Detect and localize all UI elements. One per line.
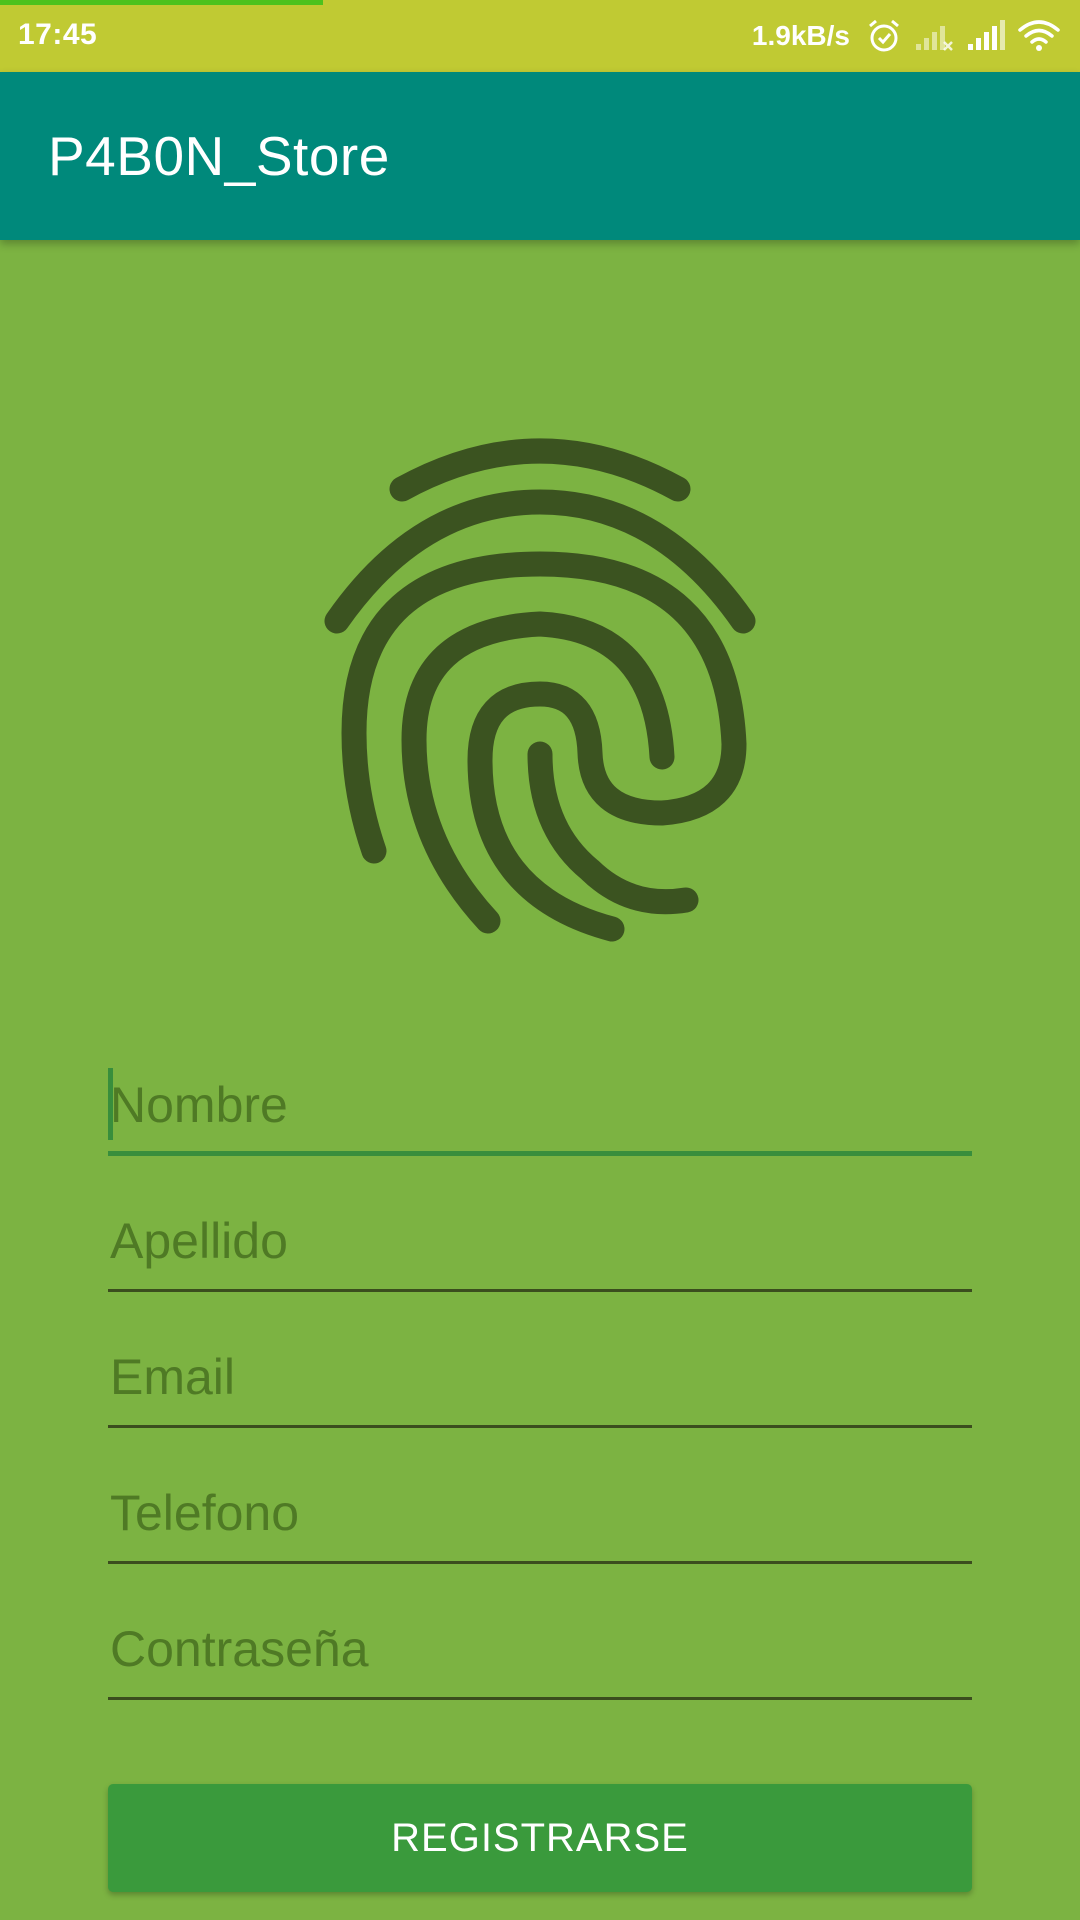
apellido-underline [108, 1289, 972, 1292]
telefono-field-wrapper [108, 1468, 972, 1564]
wifi-icon [1018, 19, 1060, 53]
email-underline [108, 1425, 972, 1428]
fingerprint-icon [300, 410, 780, 950]
network-speed: 1.9kB/s [751, 20, 850, 51]
alarm-icon [866, 18, 902, 54]
email-input[interactable] [108, 1332, 972, 1422]
contrasena-underline [108, 1697, 972, 1700]
contrasena-field-wrapper [108, 1604, 972, 1700]
status-bar: 17:45 1.9kB/s [0, 0, 1080, 72]
apellido-input[interactable] [108, 1196, 972, 1286]
nombre-input[interactable] [108, 1060, 972, 1150]
page-load-progress [0, 0, 323, 5]
telefono-underline [108, 1561, 972, 1564]
nombre-underline [108, 1151, 972, 1156]
app-bar: P4B0N_Store [0, 72, 1080, 240]
app-title: P4B0N_Store [48, 125, 390, 187]
nombre-field-wrapper [108, 1060, 972, 1156]
contrasena-input[interactable] [108, 1604, 972, 1694]
apellido-field-wrapper [108, 1196, 972, 1292]
telefono-input[interactable] [108, 1468, 972, 1558]
signal-weak-icon [914, 20, 954, 52]
email-field-wrapper [108, 1332, 972, 1428]
signal-icon [966, 20, 1006, 52]
status-time: 17:45 [18, 18, 98, 51]
text-cursor [108, 1068, 113, 1140]
status-icons: 1.9kB/s [752, 14, 1060, 58]
register-button[interactable]: REGISTRARSE [108, 1784, 972, 1892]
